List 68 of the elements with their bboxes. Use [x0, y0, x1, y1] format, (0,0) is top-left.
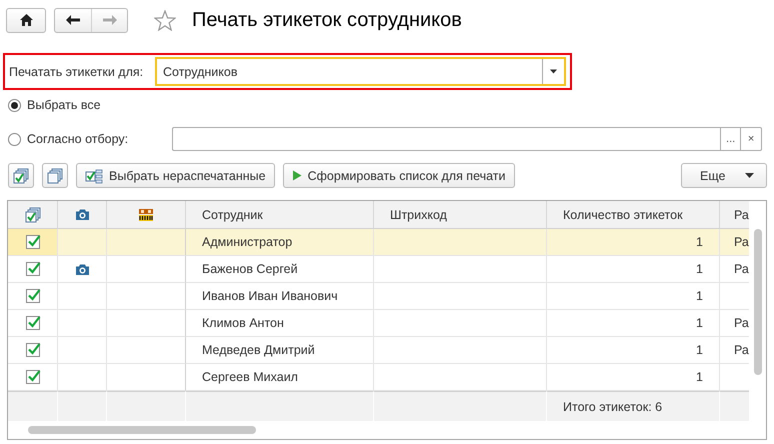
table-row[interactable]: Сергеев Михаил 1: [8, 364, 749, 391]
radio-label: Выбрать все: [27, 98, 101, 112]
column-header[interactable]: Ра: [720, 201, 749, 229]
camera-icon: [76, 209, 88, 220]
table-cell: 1: [696, 289, 703, 303]
checkbox[interactable]: [26, 343, 40, 357]
checkbox[interactable]: [26, 235, 40, 249]
check-all-button[interactable]: [8, 163, 34, 188]
table-cell: 1: [696, 316, 703, 330]
column-header[interactable]: Сотрудник: [186, 201, 374, 229]
stacked-squares-icon: [47, 168, 63, 184]
radio-button[interactable]: [8, 98, 21, 112]
footer-cell: [58, 391, 107, 421]
check-all-icon: [13, 168, 29, 184]
uncheck-all-button[interactable]: [42, 163, 68, 188]
clear-button[interactable]: ×: [741, 127, 762, 151]
table-row[interactable]: Иванов Иван Иванович 1: [8, 283, 749, 310]
total-label: Итого этикеток: 6: [563, 400, 662, 414]
generate-list-button[interactable]: Сформировать список для печати: [282, 163, 515, 188]
checklist-icon: [85, 168, 103, 184]
column-header[interactable]: Штрихкод: [374, 201, 547, 229]
table-cell: 1: [696, 262, 703, 276]
print-for-field[interactable]: Сотрудников: [155, 57, 566, 86]
table-cell: Ра: [734, 316, 749, 330]
checkbox[interactable]: [26, 316, 40, 330]
table-cell: 1: [696, 343, 703, 357]
table-cell: Ра: [734, 343, 749, 357]
table-cell: 1: [696, 235, 703, 249]
checkbox[interactable]: [26, 262, 40, 276]
back-arrow-icon: [66, 15, 80, 25]
column-header[interactable]: Количество этикеток: [547, 201, 720, 229]
table-row[interactable]: Администратор 1 Ра: [8, 229, 749, 256]
table-cell: Ра: [734, 262, 749, 276]
radio-button[interactable]: [8, 132, 21, 146]
table-cell: Администратор: [202, 235, 292, 249]
table-cell: Баженов Сергей: [202, 262, 298, 276]
home-icon: [20, 14, 32, 26]
checkbox[interactable]: [26, 289, 40, 303]
table-cell: Климов Антон: [202, 316, 284, 330]
more-button[interactable]: Еще: [681, 163, 767, 188]
table-cell: Сергеев Михаил: [202, 370, 298, 384]
table-cell: Медведев Дмитрий: [202, 343, 315, 357]
camera-icon: [76, 264, 88, 274]
play-icon: [292, 170, 302, 181]
column-header[interactable]: [107, 201, 186, 229]
filter-field[interactable]: [172, 127, 720, 151]
table-row[interactable]: Климов Антон 1 Ра: [8, 310, 749, 337]
barcode-icon: [139, 208, 153, 220]
field-label: Печатать этикетки для:: [9, 64, 144, 78]
home-button[interactable]: [6, 8, 46, 32]
select-unprinted-button[interactable]: Выбрать нераспечатанные: [76, 163, 275, 188]
column-header[interactable]: [8, 201, 58, 229]
table-cell: Иванов Иван Иванович: [202, 289, 338, 303]
radio-label: Согласно отбору:: [27, 132, 128, 146]
footer-cell: [8, 391, 58, 421]
star-icon[interactable]: [154, 10, 176, 30]
check-all-icon: [24, 206, 40, 222]
table-cell: Ра: [734, 235, 749, 249]
checkbox[interactable]: [26, 370, 40, 384]
table-row[interactable]: Баженов Сергей 1 Ра: [8, 256, 749, 283]
forward-arrow-icon: [102, 15, 116, 25]
window-title: Печать этикеток сотрудников: [192, 8, 462, 32]
select-button[interactable]: ...: [720, 127, 742, 151]
caret-icon: [550, 69, 557, 74]
table-cell: 1: [696, 370, 703, 384]
table-row[interactable]: Медведев Дмитрий 1 Ра: [8, 337, 749, 364]
caret-icon: [745, 173, 754, 178]
column-header[interactable]: [58, 201, 107, 229]
